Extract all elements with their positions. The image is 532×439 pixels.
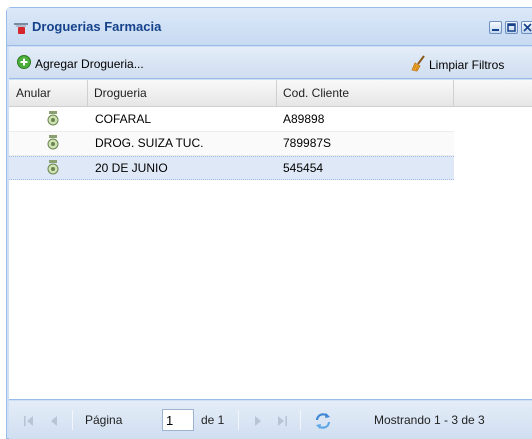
display-info: Mostrando 1 - 3 de 3 bbox=[374, 413, 485, 427]
page-total-label: de 1 bbox=[201, 413, 225, 427]
cancel-badge-icon[interactable] bbox=[47, 111, 59, 127]
paging-toolbar: Página de 1 Mostrando 1 - 3 de 3 bbox=[9, 401, 532, 439]
cell-cod-cliente: 545454 bbox=[283, 161, 324, 175]
add-drogueria-button[interactable]: Agregar Drogueria... bbox=[17, 55, 144, 72]
column-header-filler bbox=[454, 80, 532, 107]
page-number-input[interactable] bbox=[162, 409, 194, 431]
cancel-badge-icon[interactable] bbox=[47, 160, 59, 176]
last-page-icon[interactable] bbox=[275, 414, 289, 428]
window-titlebar[interactable]: Droguerias Farmacia bbox=[7, 8, 532, 46]
pager-separator bbox=[300, 410, 301, 430]
first-page-icon[interactable] bbox=[22, 414, 36, 428]
next-page-icon[interactable] bbox=[251, 414, 265, 428]
page-label: Página bbox=[85, 413, 123, 427]
broom-icon bbox=[409, 54, 427, 75]
prev-page-icon[interactable] bbox=[47, 414, 61, 428]
grid-header: Anular Drogueria Cod. Cliente bbox=[9, 80, 532, 107]
window-title: Droguerias Farmacia bbox=[32, 19, 162, 34]
table-row[interactable]: DROG. SUIZA TUC. 789987S bbox=[9, 132, 454, 156]
table-row-selected[interactable]: 20 DE JUNIO 545454 bbox=[9, 156, 454, 180]
pager-separator bbox=[72, 410, 73, 430]
clear-filters-label: Limpiar Filtros bbox=[429, 57, 505, 72]
column-header-anular[interactable]: Anular bbox=[9, 80, 88, 107]
clear-filters-button[interactable]: Limpiar Filtros bbox=[409, 54, 504, 75]
column-header-drogueria[interactable]: Drogueria bbox=[88, 80, 277, 107]
add-icon bbox=[17, 55, 31, 72]
add-drogueria-label: Agregar Drogueria... bbox=[35, 56, 144, 71]
minimize-icon[interactable] bbox=[489, 21, 502, 34]
cell-drogueria: COFARAL bbox=[95, 112, 152, 126]
grid-toolbar: Agregar Drogueria... Limpiar Filtros bbox=[9, 47, 532, 79]
pharmacy-icon bbox=[14, 20, 28, 34]
maximize-icon[interactable] bbox=[505, 21, 518, 34]
refresh-icon[interactable] bbox=[313, 411, 333, 431]
cell-cod-cliente: 789987S bbox=[283, 136, 332, 150]
pager-separator bbox=[238, 410, 239, 430]
cell-drogueria: 20 DE JUNIO bbox=[95, 161, 168, 175]
column-header-cod-cliente[interactable]: Cod. Cliente bbox=[277, 80, 454, 107]
window: Droguerias Farmacia Agregar Drogueria... bbox=[6, 7, 532, 439]
cell-drogueria: DROG. SUIZA TUC. bbox=[95, 136, 204, 150]
table-row[interactable]: COFARAL A89898 bbox=[9, 108, 454, 132]
droguerias-grid: Anular Drogueria Cod. Cliente COFARAL A8… bbox=[9, 80, 532, 400]
cell-cod-cliente: A89898 bbox=[283, 112, 325, 126]
close-icon[interactable] bbox=[521, 21, 532, 34]
cancel-badge-icon[interactable] bbox=[47, 135, 59, 151]
